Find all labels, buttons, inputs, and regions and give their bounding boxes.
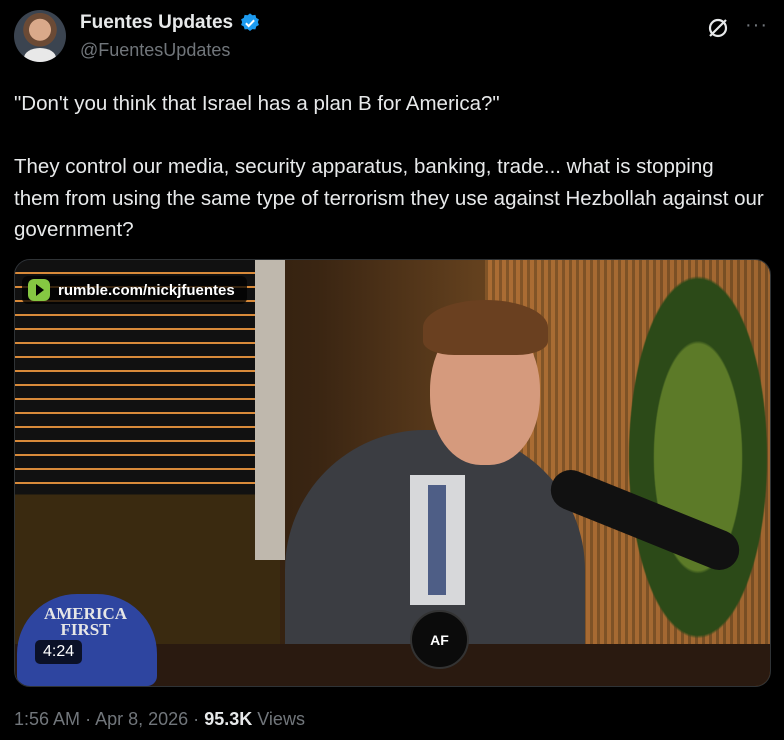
- video-plant-right: [610, 270, 770, 686]
- tweet-meta: 1:56 AM · Apr 8, 2026 · 95.3K Views: [14, 709, 305, 730]
- meta-separator: ·: [193, 709, 200, 729]
- rumble-source-label: rumble.com/nickjfuentes: [58, 281, 235, 299]
- video-speaker-tie: [428, 485, 446, 595]
- video-duration-badge: 4:24: [35, 640, 83, 664]
- tweet-date[interactable]: Apr 8, 2026: [95, 709, 188, 729]
- rumble-source-badge[interactable]: rumble.com/nickjfuentes: [22, 276, 247, 304]
- video-player[interactable]: AF AMERICA FIRST rumble.com/nickjfuentes…: [14, 259, 771, 687]
- rumble-icon: [28, 279, 50, 301]
- tweet-text: "Don't you think that Israel has a plan …: [14, 92, 764, 241]
- grok-icon[interactable]: [706, 16, 730, 40]
- tweet-time[interactable]: 1:56 AM: [14, 709, 80, 729]
- video-speaker-hair: [423, 300, 548, 355]
- hat-text: AMERICA FIRST: [43, 604, 128, 639]
- more-options-icon[interactable]: ···: [745, 14, 768, 37]
- author-handle[interactable]: @FuentesUpdates: [80, 40, 230, 61]
- author-avatar[interactable]: [14, 10, 66, 62]
- video-window-frame: [255, 260, 285, 560]
- tweet-header: Fuentes Updates @FuentesUpdates ···: [14, 10, 770, 66]
- views-label: Views: [257, 709, 305, 729]
- verified-badge-icon: [241, 13, 259, 31]
- author-display-name[interactable]: Fuentes Updates: [80, 12, 233, 34]
- name-row: Fuentes Updates: [80, 12, 261, 34]
- mic-flag-logo: AF: [410, 610, 469, 669]
- meta-separator: ·: [85, 709, 92, 729]
- views-count: 95.3K: [204, 709, 253, 729]
